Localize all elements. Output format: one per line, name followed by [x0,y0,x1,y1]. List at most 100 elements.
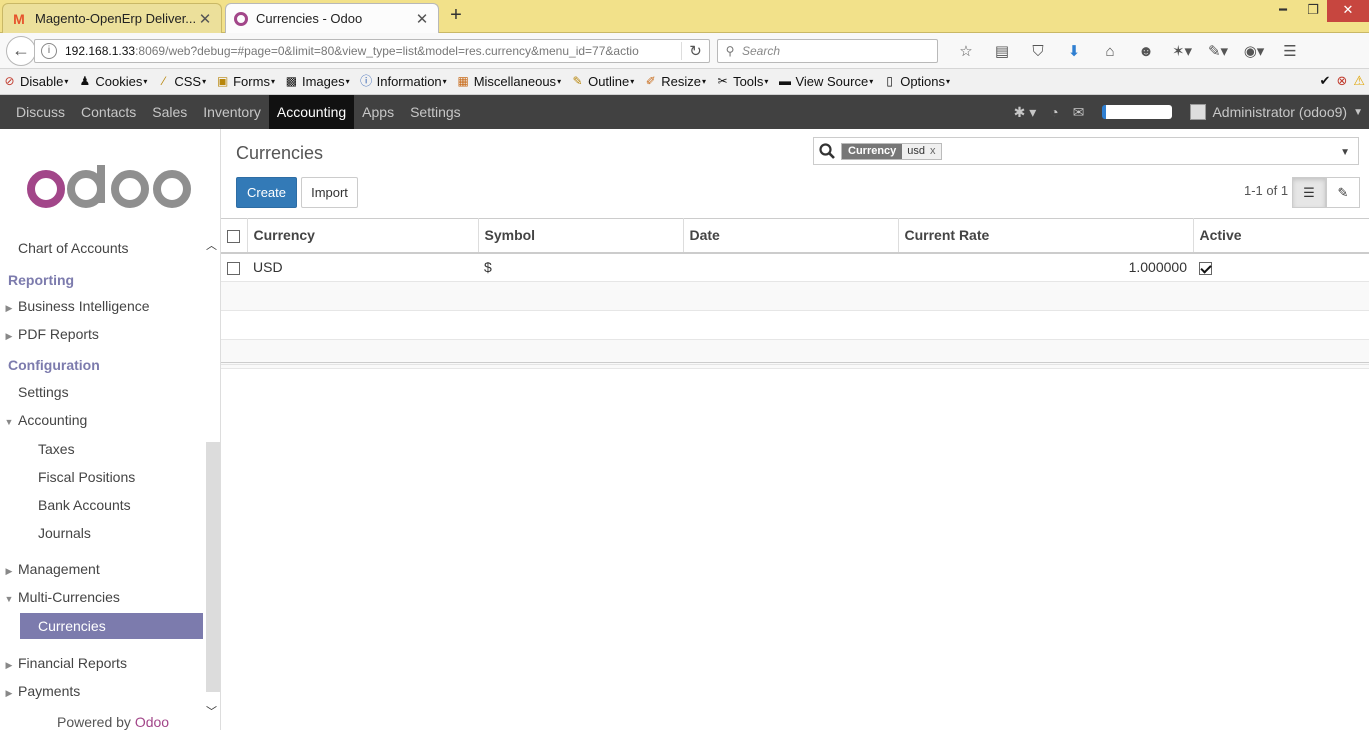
powered-by-link[interactable]: Odoo [135,714,169,730]
sidebar-item-label: Multi-Currencies [18,589,120,605]
chevron-down-icon[interactable]: ﹀ [203,703,220,718]
close-icon[interactable]: ✕ [414,10,430,28]
sidebar-item-journals[interactable]: Journals [0,525,204,541]
devbar-outline[interactable]: ✎ Outline ▾ [568,74,635,89]
import-button[interactable]: Import [301,177,358,208]
debug-bug-icon[interactable]: ✱ ▾ [1014,104,1037,121]
menu-icon[interactable]: ☰ [1272,42,1308,60]
close-icon[interactable]: ✕ [197,10,213,28]
sidebar-item-taxes[interactable]: Taxes [0,441,204,457]
search-icon[interactable] [819,143,835,159]
sidebar-scrollbar[interactable]: ︿ ﹀ [203,237,220,718]
sidebar-item-payments[interactable]: ▶ Payments [0,683,204,699]
devbar-information[interactable]: ⓘ Information ▾ [357,74,447,89]
smiley-icon[interactable]: ☻ [1128,43,1164,60]
menu-sales[interactable]: Sales [144,95,195,129]
maximize-button[interactable]: ❐ [1298,0,1328,22]
devbar-view-source[interactable]: ▬ View Source ▾ [775,74,873,89]
sidebar-item-currencies[interactable]: Currencies [20,613,203,639]
column-symbol[interactable]: Symbol [478,218,684,254]
sidebar-item-management[interactable]: ▶ Management [0,561,204,577]
search-input[interactable]: Currency usd x ▼ [813,137,1359,165]
user-menu[interactable]: Administrator (odoo9) [1212,104,1347,120]
menu-inventory[interactable]: Inventory [195,95,269,129]
sidebar-item-business-intelligence[interactable]: ▶ Business Intelligence [0,298,204,314]
new-tab-button[interactable]: + [445,5,467,27]
sidebar-item-multi-currencies[interactable]: ▼ Multi-Currencies [0,589,204,605]
devbar-label: Tools [733,74,764,89]
minimize-button[interactable]: ━ [1268,0,1298,22]
devbar-label: Disable [20,74,64,89]
select-all-checkbox[interactable] [221,218,248,254]
devbar-options[interactable]: ▯ Options ▾ [880,74,950,89]
row-select-checkbox[interactable] [221,252,247,282]
column-currency[interactable]: Currency [247,218,479,254]
caret-down-icon[interactable]: ▼ [1340,147,1350,158]
devbar-miscellaneous[interactable]: ▦ Miscellaneous ▾ [454,74,562,89]
devbar-forms[interactable]: ▣ Forms ▾ [213,74,275,89]
devbar-images[interactable]: ▩ Images ▾ [282,74,350,89]
sidebar-item-accounting[interactable]: ▼ Accounting [0,412,204,428]
scrollbar-thumb[interactable] [206,442,220,692]
sidebar-item-chart-of-accounts[interactable]: Chart of Accounts [0,240,204,256]
sidebar-item-settings[interactable]: Settings [0,384,204,400]
chevron-down-icon[interactable]: ▼ [1353,107,1363,118]
window-close-button[interactable]: ✕ [1327,0,1369,22]
search-facet: Currency usd x [841,143,942,160]
odoo-logo[interactable] [26,161,196,209]
chevron-up-icon[interactable]: ︿ [203,237,220,252]
tools-extension-icon[interactable]: ✎▾ [1200,42,1236,60]
devbar-cookies[interactable]: ♟ Cookies ▾ [75,74,147,89]
menu-apps[interactable]: Apps [354,95,402,129]
form-view-icon[interactable]: ✎ [1326,177,1360,208]
sidebar-item-fiscal-positions[interactable]: Fiscal Positions [0,469,204,485]
devbar-disable[interactable]: ⊘ Disable ▾ [0,74,68,89]
pocket-icon[interactable]: ⛉ [1020,43,1056,60]
browser-tab-currencies[interactable]: Currencies - Odoo ✕ [225,3,439,33]
download-icon[interactable]: ⬇ [1056,42,1092,60]
addon-icon[interactable]: ◉▾ [1236,42,1272,60]
reading-list-icon[interactable]: ▤ [984,42,1020,60]
column-current-rate[interactable]: Current Rate [898,218,1194,254]
info-icon[interactable]: i [41,43,57,59]
url-bar[interactable]: i 192.168.1.33 :8069/web?debug=#page=0&l… [34,39,710,63]
home-icon[interactable]: ⌂ [1092,43,1128,60]
list-view-icon[interactable]: ☰ [1292,177,1326,208]
pager[interactable]: 1-1 of 1 [1244,183,1288,198]
devbar-css[interactable]: ⁄ CSS ▾ [154,74,206,89]
check-icon[interactable]: ✔ [1320,73,1331,89]
person-icon: ♟ [79,74,91,88]
extension-icon[interactable]: ✶▾ [1164,42,1200,60]
timer-icon[interactable]: ◔ [1050,104,1058,120]
devbar-tools[interactable]: ✂ Tools ▾ [713,74,769,89]
warning-icon[interactable]: ⚠ [1353,73,1365,89]
sidebar-item-bank-accounts[interactable]: Bank Accounts [0,497,204,513]
active-checkbox [1199,262,1212,276]
column-active[interactable]: Active [1193,218,1369,254]
sidebar-item-pdf-reports[interactable]: ▶ PDF Reports [0,326,204,342]
caret-right-icon: ▶ [5,303,13,313]
bookmark-star-icon[interactable]: ☆ [948,42,984,60]
create-button[interactable]: Create [236,177,297,208]
table-row[interactable]: USD $ 1.000000 [221,252,1369,282]
sidebar-item-label: Chart of Accounts [18,240,129,256]
menu-settings[interactable]: Settings [402,95,469,129]
facet-remove-icon[interactable]: x [930,144,941,159]
sidebar-item-financial-reports[interactable]: ▶ Financial Reports [0,655,204,671]
back-button[interactable]: ← [6,36,36,66]
chat-icon[interactable]: ✉ [1073,104,1085,121]
menu-contacts[interactable]: Contacts [73,95,144,129]
reload-icon[interactable]: ↻ [681,42,709,60]
menu-accounting[interactable]: Accounting [268,95,355,129]
column-date[interactable]: Date [683,218,899,254]
error-icon[interactable]: ⊗ [1336,73,1347,89]
devbar-resize[interactable]: ✐ Resize ▾ [641,74,706,89]
app-menu: Discuss Contacts Sales Inventory Account… [8,95,469,129]
browser-tab-magento[interactable]: M Magento-OpenErp Deliver... ✕ [2,3,222,33]
browser-search-field[interactable]: ⚲ Search [717,39,938,63]
tab-label: Magento-OpenErp Deliver... [35,11,197,26]
devbar-label: Images [301,74,345,89]
main-content: Currencies Create Import Currency usd x … [221,129,1369,730]
empty-row [221,281,1369,311]
menu-discuss[interactable]: Discuss [8,95,73,129]
